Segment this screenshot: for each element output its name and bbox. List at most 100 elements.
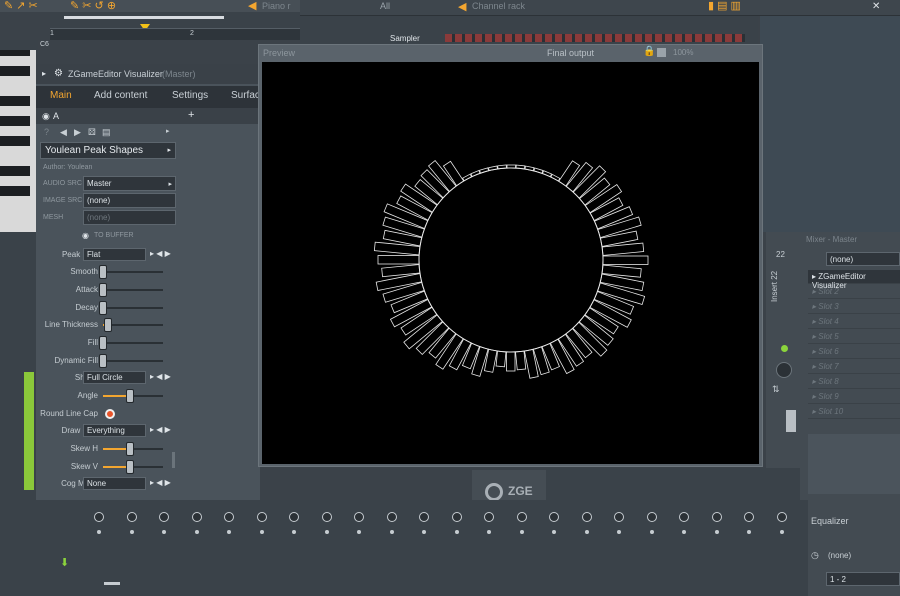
lock-icon[interactable]: 🔒: [643, 46, 655, 57]
channel-led[interactable]: [649, 530, 654, 534]
channel-pan-knob[interactable]: [516, 512, 527, 522]
zoom-level[interactable]: 100%: [673, 48, 693, 57]
prev-preset-icon[interactable]: ◀: [60, 127, 67, 138]
mixer-slot[interactable]: ▸ ZGameEditor Visualizer: [808, 270, 900, 290]
channel-led[interactable]: [422, 530, 426, 534]
scroll-bar[interactable]: [64, 16, 224, 19]
slider-handle[interactable]: [126, 460, 134, 474]
channel-led[interactable]: [357, 530, 361, 534]
mixer-slot[interactable]: ▸ Slot 6: [808, 345, 900, 359]
channel-led[interactable]: [454, 530, 459, 534]
mixer-slot[interactable]: ▸ Slot 7: [808, 360, 900, 374]
param-slider[interactable]: [103, 307, 163, 309]
cycle-arrows-icon[interactable]: ▸ ◀ ▶: [150, 478, 171, 487]
channel-led[interactable]: [324, 530, 329, 534]
channel-pan-knob[interactable]: [256, 512, 267, 522]
channel-name[interactable]: Sampler: [390, 34, 420, 43]
mixer-slot[interactable]: ▸ Slot 8: [808, 375, 900, 389]
toggle-button[interactable]: [105, 409, 115, 419]
image-src-field[interactable]: (none): [83, 193, 176, 208]
route-arrows-icon[interactable]: ⇅: [772, 384, 780, 395]
filter-dropdown[interactable]: All: [380, 1, 390, 11]
buffer-radio-icon[interactable]: ◉: [82, 231, 89, 240]
tool-icons[interactable]: ✎ ↗ ✂: [4, 0, 38, 12]
slider-handle[interactable]: [126, 442, 134, 456]
channel-led[interactable]: [97, 530, 101, 534]
mesh-field[interactable]: (none): [83, 210, 176, 225]
param-dropdown[interactable]: Full Circle: [83, 371, 146, 384]
mixer-input-select[interactable]: (none): [826, 252, 900, 266]
cycle-arrows-icon[interactable]: ▸ ◀ ▶: [150, 249, 171, 258]
speaker-icon[interactable]: ◀: [248, 0, 256, 12]
slider-handle[interactable]: [126, 389, 134, 403]
plugin-title-bar[interactable]: ▸ ⚙ ZGameEditor Visualizer (Master): [36, 64, 260, 84]
scroll-handle[interactable]: [104, 582, 120, 585]
slider-handle[interactable]: [99, 301, 107, 315]
playlist-grid[interactable]: [760, 16, 900, 232]
mixer-slot[interactable]: ▸ Slot 3: [808, 300, 900, 314]
channel-led[interactable]: [487, 530, 491, 534]
param-slider[interactable]: [103, 324, 163, 326]
tab-add-content[interactable]: Add content: [94, 90, 147, 101]
mixer-slot[interactable]: ▸ Slot 9: [808, 390, 900, 404]
param-dropdown[interactable]: Everything: [83, 424, 146, 437]
cycle-arrows-icon[interactable]: ▸ ◀ ▶: [150, 425, 171, 434]
channel-led[interactable]: [129, 530, 134, 534]
output-icon[interactable]: ◷: [811, 550, 819, 561]
output-none[interactable]: (none): [828, 551, 851, 560]
speaker-icon[interactable]: ◀: [458, 1, 466, 13]
channel-pan-knob[interactable]: [354, 512, 364, 522]
channel-pan-knob[interactable]: [159, 512, 169, 522]
cycle-arrows-icon[interactable]: ▸ ◀ ▶: [150, 372, 171, 381]
channel-pan-knob[interactable]: [94, 512, 104, 522]
tab-surface[interactable]: Surfac: [231, 90, 260, 101]
channel-pan-knob[interactable]: [581, 512, 592, 522]
param-slider[interactable]: [103, 360, 163, 362]
channel-pan-knob[interactable]: [646, 512, 657, 522]
expand-icon[interactable]: ▸: [166, 127, 170, 135]
channel-pan-knob[interactable]: [679, 512, 689, 522]
layer-name[interactable]: A: [53, 111, 59, 121]
channel-led[interactable]: [227, 530, 231, 534]
param-slider[interactable]: [103, 289, 163, 291]
insert-led[interactable]: [781, 345, 788, 352]
channel-led[interactable]: [617, 530, 621, 534]
save-icon[interactable]: ▤: [102, 127, 111, 138]
tab-settings[interactable]: Settings: [172, 90, 208, 101]
randomize-icon[interactable]: ⚄: [88, 127, 96, 138]
mixer-slot[interactable]: ▸ Slot 5: [808, 330, 900, 344]
arrow-down-icon[interactable]: ⬇: [60, 556, 69, 569]
channel-pan-knob[interactable]: [224, 512, 234, 522]
equalizer-label[interactable]: Equalizer: [811, 516, 849, 526]
channel-pan-knob[interactable]: [386, 512, 397, 522]
param-dropdown[interactable]: Flat: [83, 248, 146, 261]
mixer-slot[interactable]: ▸ Slot 10: [808, 405, 900, 419]
channel-led[interactable]: [682, 530, 686, 534]
channel-pan-knob[interactable]: [126, 512, 137, 522]
channel-led[interactable]: [519, 530, 524, 534]
channel-pan-knob[interactable]: [191, 512, 202, 522]
channel-pan-knob[interactable]: [419, 512, 429, 522]
mixer-slot[interactable]: ▸ Slot 4: [808, 315, 900, 329]
param-slider[interactable]: [103, 342, 163, 344]
add-layer-button[interactable]: +: [188, 109, 194, 121]
channel-led[interactable]: [747, 530, 751, 534]
param-slider[interactable]: [103, 271, 163, 273]
channel-pan-knob[interactable]: [711, 512, 722, 522]
slider-handle[interactable]: [99, 265, 107, 279]
channel-led[interactable]: [292, 530, 296, 534]
channel-pan-knob[interactable]: [776, 512, 787, 522]
draw-tools-icon[interactable]: ✎ ✂ ↺ ⊕: [70, 0, 116, 12]
next-preset-icon[interactable]: ▶: [74, 127, 81, 138]
channel-led[interactable]: [779, 530, 784, 534]
channel-pan-knob[interactable]: [614, 512, 624, 522]
channel-led[interactable]: [259, 530, 264, 534]
step-sequencer[interactable]: [445, 34, 745, 42]
channel-led[interactable]: [552, 530, 556, 534]
channel-pan-knob[interactable]: [484, 512, 494, 522]
menu-arrow-icon[interactable]: ▸: [42, 69, 46, 78]
preset-selector[interactable]: Youlean Peak Shapes ▸: [40, 142, 176, 159]
channel-pan-knob[interactable]: [289, 512, 299, 522]
channel-pan-knob[interactable]: [549, 512, 559, 522]
channel-pan-knob[interactable]: [321, 512, 332, 522]
